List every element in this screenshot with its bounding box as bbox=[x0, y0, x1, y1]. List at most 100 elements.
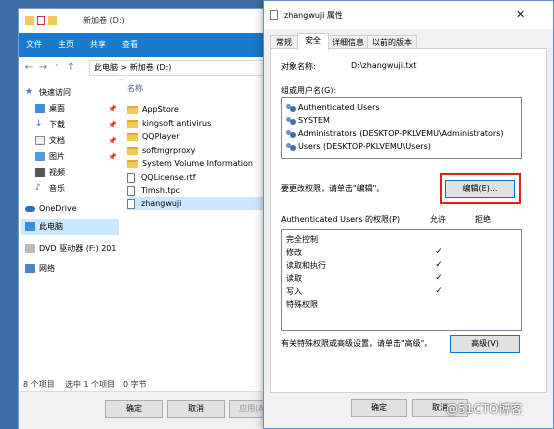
forward-arrow-icon[interactable]: → bbox=[37, 61, 49, 75]
pin-icon[interactable]: 📌 bbox=[108, 149, 117, 165]
close-icon[interactable]: ✕ bbox=[516, 8, 525, 21]
list-item[interactable]: Users (DESKTOP-PKLVEMU\Users) bbox=[286, 140, 431, 153]
music-icon: ♪ bbox=[35, 183, 41, 193]
properties-tabs: 常规 安全 详细信息 以前的版本 bbox=[270, 33, 546, 50]
explorer-titlebar: 新加卷 (D:) bbox=[19, 9, 279, 33]
list-item[interactable]: AppStore bbox=[127, 103, 277, 116]
address-input[interactable]: 此电脑 > 新加卷 (D:) bbox=[89, 60, 277, 76]
tab-previous-versions[interactable]: 以前的版本 bbox=[367, 35, 417, 49]
list-item[interactable]: Timsh.tpc bbox=[127, 184, 277, 197]
file-explorer-window: 新加卷 (D:) 文件 主页 共享 查看 ← → ˅ ↑ 此电脑 > 新加卷 (… bbox=[18, 8, 280, 429]
list-item[interactable]: Authenticated Users bbox=[286, 101, 379, 114]
desktop-icon bbox=[35, 104, 45, 113]
table-row: 读取 ✓ bbox=[282, 272, 521, 285]
nav-item-desktop[interactable]: 桌面 📌 bbox=[35, 101, 119, 117]
nav-item-quick-access[interactable]: ★ 快速访问 bbox=[25, 85, 117, 101]
permissions-table: 完全控制 修改 ✓ 读取和执行 ✓ 读取 ✓ 写入 ✓ 特殊权限 bbox=[281, 229, 522, 331]
user-group-icon bbox=[286, 142, 296, 151]
allow-check: ✓ bbox=[435, 260, 443, 270]
table-row: 完全控制 bbox=[286, 235, 318, 244]
table-row: 修改 ✓ bbox=[282, 246, 521, 259]
cancel-button[interactable]: 取消 bbox=[167, 400, 225, 418]
background-dialog-footer: 确定 取消 应用(A) bbox=[19, 391, 279, 429]
selected-count: 选中 1 个项目 bbox=[65, 380, 116, 389]
file-icon bbox=[127, 185, 135, 196]
table-row: 特殊权限 bbox=[286, 300, 318, 309]
list-item-selected[interactable]: zhangwuji bbox=[127, 197, 277, 210]
allow-check: ✓ bbox=[435, 273, 443, 283]
groups-label: 组或用户名(G): bbox=[281, 86, 337, 95]
ribbon-tab-home[interactable]: 主页 bbox=[51, 33, 81, 57]
advanced-button[interactable]: 高级(V) bbox=[450, 335, 520, 353]
explorer-title: 新加卷 (D:) bbox=[83, 16, 125, 25]
network-icon bbox=[25, 264, 35, 273]
ok-button[interactable]: 确定 bbox=[105, 400, 163, 418]
ok-button[interactable]: 确定 bbox=[351, 399, 407, 417]
edit-button[interactable]: 编辑(E)... bbox=[445, 180, 515, 198]
list-item[interactable]: System Volume Information bbox=[127, 157, 277, 170]
video-icon bbox=[35, 168, 45, 177]
folder-icon bbox=[127, 132, 138, 141]
back-arrow-icon[interactable]: ← bbox=[23, 61, 35, 75]
chevron-down-icon[interactable]: ˅ bbox=[51, 61, 63, 75]
nav-item-music[interactable]: ♪ 音乐 bbox=[35, 181, 119, 197]
security-tab-panel: 对象名称: D:\zhangwuji.txt 组或用户名(G): Authent… bbox=[270, 48, 547, 393]
quick-access-toolbar-icons[interactable] bbox=[25, 16, 65, 26]
file-icon bbox=[127, 198, 135, 209]
computer-icon bbox=[25, 222, 35, 231]
list-item[interactable]: kingsoft antivirus bbox=[127, 117, 277, 130]
folder-icon bbox=[127, 119, 138, 128]
list-item[interactable]: QQLicense.rtf bbox=[127, 171, 277, 184]
star-icon: ★ bbox=[25, 87, 34, 97]
pin-icon[interactable]: 📌 bbox=[108, 133, 117, 149]
nav-item-dvd-drive[interactable]: DVD 驱动器 (F:) 201 bbox=[25, 241, 117, 257]
column-header-name[interactable]: 名称 bbox=[127, 83, 143, 94]
nav-item-this-pc[interactable]: 此电脑 bbox=[21, 219, 119, 235]
properties-dialog: zhangwuji 属性 ✕ 常规 安全 详细信息 以前的版本 对象名称: D:… bbox=[263, 0, 554, 429]
ribbon-tab-view[interactable]: 查看 bbox=[115, 33, 145, 57]
address-bar-row: ← → ˅ ↑ 此电脑 > 新加卷 (D:) bbox=[19, 57, 279, 80]
nav-item-pictures[interactable]: 图片 📌 bbox=[35, 149, 119, 165]
nav-item-videos[interactable]: 视频 bbox=[35, 165, 119, 181]
download-icon: ↓ bbox=[35, 119, 43, 129]
properties-titlebar: zhangwuji 属性 ✕ bbox=[264, 1, 553, 29]
tab-general[interactable]: 常规 bbox=[270, 35, 298, 49]
pin-icon[interactable]: 📌 bbox=[108, 117, 117, 133]
list-item[interactable]: SYSTEM bbox=[286, 114, 330, 127]
permissions-title: Authenticated Users 的权限(P) bbox=[281, 215, 401, 224]
groups-listbox[interactable]: Authenticated Users SYSTEM Administrator… bbox=[281, 97, 522, 159]
allow-check: ✓ bbox=[435, 286, 443, 296]
user-group-icon bbox=[286, 103, 296, 112]
up-arrow-icon[interactable]: ↑ bbox=[65, 61, 77, 75]
table-row: 写入 ✓ bbox=[282, 285, 521, 298]
document-icon bbox=[35, 136, 45, 145]
ribbon-tab-file[interactable]: 文件 bbox=[19, 33, 49, 57]
list-item[interactable]: Administrators (DESKTOP-PKLVEMU\Administ… bbox=[286, 127, 503, 140]
status-bar: 8 个项目 选中 1 个项目 0 字节 bbox=[19, 377, 279, 391]
nav-item-documents[interactable]: 文档 📌 bbox=[35, 133, 119, 149]
file-icon bbox=[270, 10, 278, 20]
dialog-title: zhangwuji 属性 bbox=[284, 11, 343, 20]
nav-item-onedrive[interactable]: OneDrive bbox=[25, 201, 117, 217]
tab-details[interactable]: 详细信息 bbox=[328, 35, 368, 49]
advanced-hint: 有关特殊权限或高级设置，请单击"高级"。 bbox=[281, 339, 433, 348]
ribbon-tab-share[interactable]: 共享 bbox=[83, 33, 113, 57]
navigation-pane: ★ 快速访问 桌面 📌 ↓ 下载 📌 文档 📌 图片 📌 视频 ♪ 音乐 OneDrive 此… bbox=[19, 79, 119, 379]
nav-item-network[interactable]: 网络 bbox=[25, 261, 117, 277]
folder-icon bbox=[127, 105, 138, 114]
pin-icon[interactable]: 📌 bbox=[108, 101, 117, 117]
ribbon-tabs: 文件 主页 共享 查看 bbox=[19, 33, 279, 57]
object-name-label: 对象名称: bbox=[281, 62, 316, 71]
list-item[interactable]: softmgrproxy bbox=[127, 144, 277, 157]
user-group-icon bbox=[286, 129, 296, 138]
watermark: @51CTO博客 bbox=[446, 402, 523, 416]
picture-icon bbox=[35, 152, 45, 161]
nav-item-downloads[interactable]: ↓ 下载 📌 bbox=[35, 117, 119, 133]
tab-security[interactable]: 安全 bbox=[297, 33, 329, 50]
object-name-value: D:\zhangwuji.txt bbox=[351, 61, 417, 70]
file-icon bbox=[127, 172, 135, 183]
list-item[interactable]: QQPlayer bbox=[127, 130, 277, 143]
user-group-icon bbox=[286, 116, 296, 125]
item-count: 8 个项目 bbox=[23, 380, 55, 389]
allow-check: ✓ bbox=[435, 247, 443, 257]
